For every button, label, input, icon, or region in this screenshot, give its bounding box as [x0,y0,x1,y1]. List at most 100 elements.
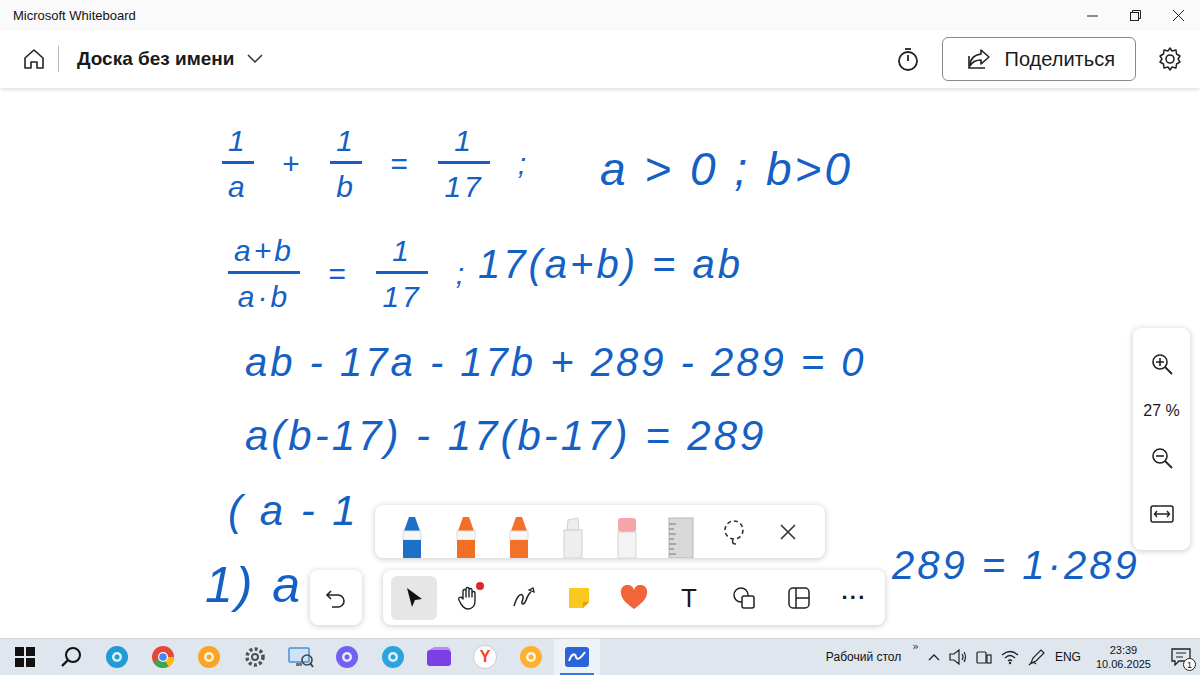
ink-line[interactable]: 1) a [205,558,303,613]
edge-taskbar-button[interactable] [94,639,140,675]
input-language[interactable]: ENG [1055,650,1081,664]
pen-button[interactable] [444,510,488,558]
zoom-in-button[interactable] [1142,346,1182,382]
fraction-denominator: a·b [228,271,300,313]
pen-icon [452,514,480,558]
chrome-taskbar-button[interactable] [140,639,186,675]
chevron-down-icon [247,54,263,64]
notification-dot [476,582,484,590]
timer-button[interactable] [892,43,924,75]
ink-text: = [388,147,413,180]
more-tool[interactable]: ··· [831,576,877,620]
fit-width-button[interactable] [1142,496,1182,532]
wifi-icon[interactable] [1001,649,1019,665]
search-icon [60,646,82,668]
note-tool[interactable] [556,576,602,620]
device-icon[interactable] [976,649,992,665]
shapes-icon [731,585,757,611]
zoom-out-button[interactable] [1142,440,1182,476]
fraction-numerator: 1 [438,124,489,161]
ink-line[interactable]: ab - 17a - 17b + 289 - 289 = 0 [245,340,867,384]
select-tool[interactable] [391,576,437,620]
notification-count: 1 [1183,658,1196,671]
template-icon [787,586,811,610]
whiteboard-taskbar-button[interactable] [554,639,600,675]
lasso-icon [720,518,748,546]
lasso-button[interactable] [712,505,756,558]
pen-button[interactable] [497,510,541,558]
ink-equation[interactable]: 1a+1b=117; [222,124,531,203]
browser-taskbar-button[interactable] [186,639,232,675]
board-name-button[interactable]: Доска без имени [71,44,269,74]
pen-button[interactable] [390,510,434,558]
ink-line[interactable]: 17(a+b) = ab [478,242,743,286]
app-header: Доска без имени Поделиться [0,30,1200,88]
clock-time: 23:39 [1110,643,1138,657]
ink-fraction: 1a [222,124,254,203]
minimize-button[interactable] [1071,0,1114,30]
close-icon [1173,10,1184,21]
close-button[interactable] [766,505,810,558]
home-button[interactable] [18,43,50,75]
pen-palette [375,505,825,558]
viber-icon [335,645,359,669]
text-tool-label: T [681,585,697,611]
pen-workspace-icon[interactable] [1028,648,1046,666]
undo-icon [325,587,347,609]
viber-taskbar-button[interactable] [324,639,370,675]
highlighter-button[interactable] [551,510,595,558]
search-button[interactable] [48,639,94,675]
desktop-toolbar-label[interactable]: Рабочий стол [826,650,901,664]
canvas[interactable]: 1a+1b=117;a > 0 ; b>0a+ba·b=117;17(a+b) … [0,88,1200,638]
chevron-up-icon[interactable] [928,653,940,661]
zoom-panel: 27 % [1133,328,1190,550]
ink-line[interactable]: a(b-17) - 17(b-17) = 289 [245,413,766,459]
ink-equation[interactable]: a+ba·b=117; [228,234,469,313]
restore-button[interactable] [1114,0,1157,30]
ink-line[interactable]: a > 0 ; b>0 [600,144,853,195]
ink-text: 289 = 1·289 [892,543,1140,587]
fraction-numerator: 1 [376,234,427,271]
speaker-icon[interactable] [949,649,967,665]
ink-text: ab - 17a - 17b + 289 - 289 = 0 [245,340,867,384]
clock-date: 10.06.2025 [1096,657,1151,671]
text-tool[interactable]: T [666,576,712,620]
ink-line[interactable]: 289 = 1·289 [892,543,1140,587]
more-tool-label: ··· [842,587,867,609]
video-taskbar-button[interactable] [416,639,462,675]
notification-center-button[interactable]: 1 [1166,642,1196,672]
zoom-out-icon [1151,447,1173,469]
reaction-tool[interactable] [611,576,657,620]
ink-text: ( a - 1 [228,488,359,534]
highlighter-icon [559,514,587,558]
system-tray: Рабочий стол » ENG 23:3910.06.2025 1 [826,639,1196,675]
yandex-taskbar-button[interactable]: Y [462,639,508,675]
hand-tool[interactable] [446,576,492,620]
fraction-denominator: b [330,161,362,203]
settings-taskbar-button[interactable] [232,639,278,675]
pen-tool[interactable] [501,576,547,620]
settings-button[interactable] [1154,43,1186,75]
eraser-button[interactable] [605,510,649,558]
minimize-icon [1087,10,1098,21]
board-name: Доска без имени [77,48,235,70]
remote-taskbar-button[interactable] [278,639,324,675]
close-window-button[interactable] [1157,0,1200,30]
ink-line[interactable]: ( a - 1 [228,488,359,534]
undo-button[interactable] [310,570,362,625]
share-button[interactable]: Поделиться [942,37,1136,81]
share-icon [967,48,991,70]
toolbar-overflow[interactable]: » [912,641,919,652]
template-tool[interactable] [776,576,822,620]
telegram-taskbar-button[interactable] [370,639,416,675]
ink-fraction: 1b [330,124,362,203]
ink-fraction: a+ba·b [228,234,300,313]
ink-fraction: 117 [376,234,427,313]
start-button[interactable] [2,639,48,675]
music-taskbar-button[interactable] [508,639,554,675]
clock[interactable]: 23:3910.06.2025 [1090,643,1157,672]
ruler-button[interactable] [659,510,703,558]
shapes-tool[interactable] [721,576,767,620]
music-icon [519,645,543,669]
fraction-numerator: a+b [228,234,300,271]
